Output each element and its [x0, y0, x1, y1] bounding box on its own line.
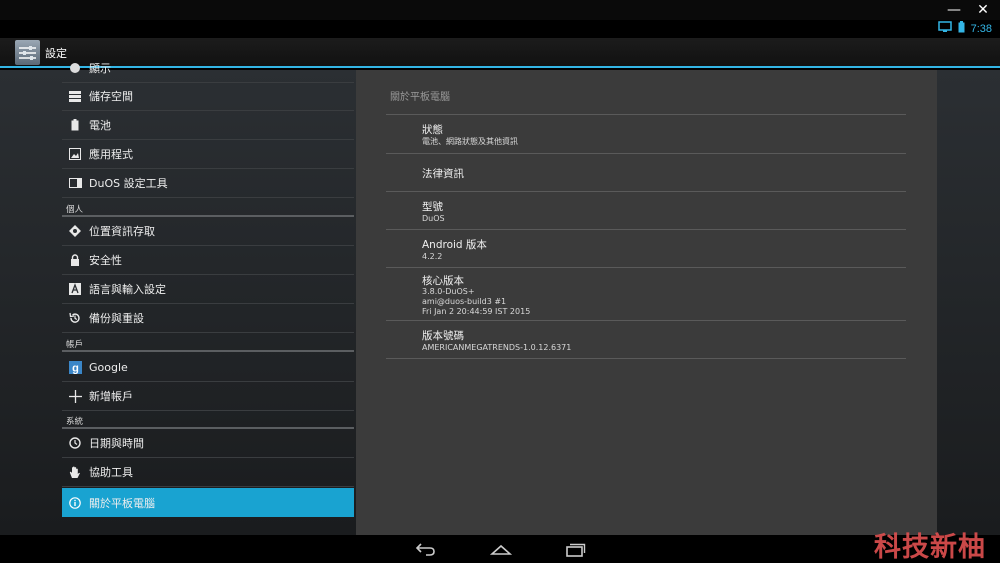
about-item-android-version[interactable]: Android 版本 4.2.2	[386, 230, 906, 268]
clock-icon	[68, 436, 82, 450]
duos-icon	[68, 176, 82, 190]
lock-icon	[68, 253, 82, 267]
hand-icon	[68, 465, 82, 479]
settings-item-google[interactable]: g Google	[62, 353, 354, 382]
section-accounts: 帳戶	[66, 340, 84, 350]
settings-item-add-account[interactable]: 新增帳戶	[62, 382, 354, 411]
settings-item-language[interactable]: 語言與輸入設定	[62, 275, 354, 304]
battery-status-icon	[958, 21, 965, 36]
settings-item-battery[interactable]: 電池	[62, 111, 354, 140]
settings-item-duos[interactable]: DuOS 設定工具	[62, 169, 354, 198]
settings-item-storage[interactable]: 儲存空間	[62, 82, 354, 111]
display-icon	[68, 61, 82, 75]
navigation-bar	[0, 535, 1000, 563]
settings-item-accessibility[interactable]: 協助工具	[62, 458, 354, 487]
language-icon	[68, 282, 82, 296]
watermark-logo: 科技新柚	[874, 532, 986, 563]
settings-list[interactable]: 顯示 儲存空間 電池 應用程式 DuOS 設定工具 個人 位置資訊存取 安全性 …	[62, 62, 354, 535]
recents-icon[interactable]	[564, 540, 588, 558]
section-system: 系統	[66, 417, 84, 427]
about-item-kernel-version[interactable]: 核心版本 3.8.0-DuOS+ ami@duos-build3 #1 Fri …	[386, 268, 906, 321]
about-tablet-pane: 關於平板電腦 狀態 電池、網路狀態及其他資訊 法律資訊 型號 DuOS Andr…	[356, 70, 937, 535]
about-item-status[interactable]: 狀態 電池、網路狀態及其他資訊	[386, 115, 906, 154]
monitor-icon	[937, 21, 952, 36]
pane-header: 關於平板電腦	[390, 92, 450, 103]
apps-icon	[68, 147, 82, 161]
minimize-button[interactable]: —	[944, 2, 964, 18]
settings-content: 顯示 儲存空間 電池 應用程式 DuOS 設定工具 個人 位置資訊存取 安全性 …	[0, 62, 1000, 535]
settings-item-apps[interactable]: 應用程式	[62, 140, 354, 169]
about-item-model[interactable]: 型號 DuOS	[386, 192, 906, 230]
backup-icon	[68, 311, 82, 325]
info-icon	[68, 496, 82, 510]
section-divider	[62, 350, 354, 352]
settings-item-date-time[interactable]: 日期與時間	[62, 429, 354, 458]
battery-icon	[68, 118, 82, 132]
section-personal: 個人	[66, 205, 84, 215]
about-item-legal[interactable]: 法律資訊	[386, 154, 906, 192]
svg-text:g: g	[72, 362, 79, 374]
about-item-build-number[interactable]: 版本號碼 AMERICANMEGATRENDS-1.0.12.6371	[386, 321, 906, 359]
status-bar: 7:38	[0, 20, 1000, 38]
storage-icon	[68, 89, 82, 103]
settings-item-location[interactable]: 位置資訊存取	[62, 217, 354, 246]
home-icon[interactable]	[489, 540, 513, 558]
settings-item-backup[interactable]: 備份與重設	[62, 304, 354, 333]
location-icon	[68, 224, 82, 238]
settings-item-about-tablet[interactable]: 關於平板電腦	[62, 488, 354, 517]
close-button[interactable]: ✕	[973, 2, 993, 18]
settings-item-security[interactable]: 安全性	[62, 246, 354, 275]
google-icon: g	[68, 360, 82, 374]
settings-item-display[interactable]: 顯示	[62, 54, 354, 83]
clock-time: 7:38	[970, 22, 992, 35]
plus-icon	[68, 389, 82, 403]
back-icon[interactable]	[414, 540, 438, 558]
window-titlebar: — ✕	[0, 0, 1000, 20]
settings-app-icon[interactable]	[15, 40, 40, 65]
